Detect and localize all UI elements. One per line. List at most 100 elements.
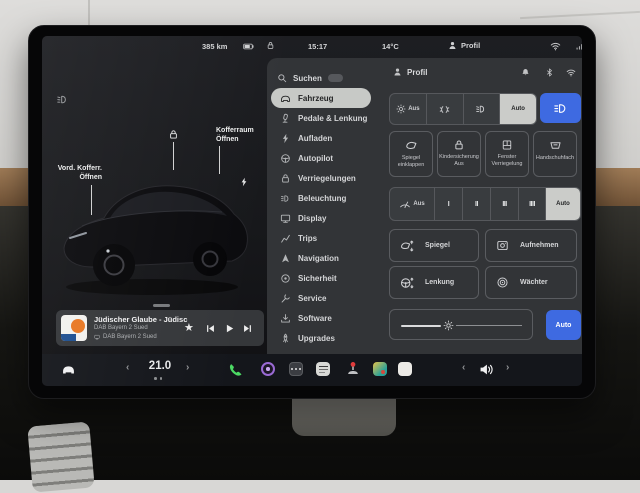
lights-segmented-control: Aus Auto bbox=[389, 93, 537, 125]
bluetooth-icon[interactable] bbox=[545, 67, 554, 78]
next-track-button[interactable] bbox=[242, 323, 253, 334]
trips-icon bbox=[280, 233, 291, 244]
menu-item-software[interactable]: Software bbox=[271, 308, 387, 328]
favorite-button[interactable]: ★ bbox=[184, 321, 194, 334]
sentry-mode-button[interactable]: Wächter bbox=[485, 266, 577, 299]
profile-header[interactable]: Profil bbox=[393, 67, 427, 77]
dashcam-icon bbox=[496, 239, 509, 252]
wiper-off-button[interactable]: Aus bbox=[390, 188, 434, 220]
app-launcher-icon[interactable] bbox=[289, 362, 303, 376]
cabin-temperature[interactable]: 21.0 bbox=[138, 360, 182, 372]
brightness-slider[interactable] bbox=[389, 309, 533, 340]
person-icon bbox=[448, 40, 457, 51]
child-lock-button[interactable]: KindersicherungAus bbox=[437, 131, 481, 177]
charge-port-icon[interactable] bbox=[239, 176, 249, 188]
wiper-level1-button[interactable]: I bbox=[434, 188, 462, 220]
menu-item-autopilot[interactable]: Autopilot bbox=[271, 148, 387, 168]
wiper-segmented-control: Aus I II III IIII Auto bbox=[389, 187, 581, 221]
headlights-status-icon bbox=[56, 93, 69, 106]
play-button[interactable] bbox=[224, 323, 235, 334]
temp-indicator-dots bbox=[154, 377, 162, 380]
brightness-auto-button[interactable]: Auto bbox=[546, 310, 581, 340]
media-subtitle: DAB Bayern 2 Sued bbox=[94, 325, 148, 331]
speaker-icon[interactable] bbox=[478, 362, 494, 377]
display-icon bbox=[280, 213, 291, 224]
media-source: DAB Bayern 2 Sued bbox=[94, 334, 157, 340]
menu-item-verriegelungen[interactable]: Verriegelungen bbox=[271, 168, 387, 188]
battery-icon bbox=[242, 41, 255, 52]
app-dock: ‹ 21.0 › ‹ › bbox=[42, 354, 582, 386]
person-icon bbox=[393, 67, 402, 77]
steering-wheel-icon bbox=[280, 153, 291, 164]
slider-track-filled bbox=[401, 325, 441, 327]
menu-item-sicherheit[interactable]: Sicherheit bbox=[271, 268, 387, 288]
vinyl-app-icon[interactable] bbox=[261, 362, 275, 376]
media-player[interactable]: Jüdischer Glaube - Jüdisc DAB Bayern 2 S… bbox=[56, 310, 264, 346]
trunk-open-button[interactable]: KofferraumÖffnen bbox=[216, 127, 254, 144]
notes-app-icon[interactable] bbox=[398, 362, 412, 376]
lock-icon bbox=[280, 173, 291, 184]
mirror-adjust-button[interactable]: Spiegel bbox=[389, 229, 479, 262]
temp-decrease-chevron[interactable]: ‹ bbox=[126, 362, 129, 373]
lights-parking-button[interactable] bbox=[426, 94, 463, 124]
phone-app-icon[interactable] bbox=[228, 362, 243, 377]
brightness-sun-icon[interactable] bbox=[443, 320, 454, 331]
trunk-leader-line bbox=[219, 146, 220, 174]
rocket-icon bbox=[280, 333, 291, 344]
volume-up-chevron[interactable]: › bbox=[506, 362, 509, 373]
download-icon bbox=[280, 313, 291, 324]
window-icon bbox=[501, 139, 513, 151]
lock-status-icon[interactable] bbox=[266, 40, 275, 51]
lights-auto-button[interactable]: Auto bbox=[499, 94, 536, 124]
media-drag-handle[interactable] bbox=[153, 304, 170, 307]
theater-app-icon[interactable] bbox=[373, 362, 387, 376]
profile-button[interactable]: Profil bbox=[448, 40, 480, 51]
menu-item-pedale-lenkung[interactable]: Pedale & Lenkung bbox=[271, 108, 387, 128]
wiper-auto-button[interactable]: Auto bbox=[545, 188, 580, 220]
headlight-icon bbox=[280, 193, 291, 204]
previous-track-button[interactable] bbox=[205, 323, 216, 334]
tesla-touchscreen: 385 km 15:17 14°C Profil Vord. Kofferr.Ö… bbox=[28, 25, 596, 399]
frunk-leader-line bbox=[91, 185, 92, 215]
fold-mirrors-button[interactable]: Spiegeleinklappen bbox=[389, 131, 433, 177]
wiper-level2-button[interactable]: II bbox=[462, 188, 490, 220]
menu-item-upgrades[interactable]: Upgrades bbox=[271, 328, 387, 348]
menu-item-beleuchtung[interactable]: Beleuchtung bbox=[271, 188, 387, 208]
car-controls-icon[interactable] bbox=[60, 362, 77, 377]
wifi-icon[interactable] bbox=[566, 67, 576, 78]
steering-adjust-button[interactable]: Lenkung bbox=[389, 266, 479, 299]
menu-item-trips[interactable]: Trips bbox=[271, 228, 387, 248]
lights-off-button[interactable]: Aus bbox=[390, 94, 426, 124]
mirror-icon bbox=[405, 139, 418, 152]
notifications-bell-icon[interactable] bbox=[521, 67, 530, 78]
dashcam-record-button[interactable]: Aufnehmen bbox=[485, 229, 577, 262]
arcade-app-icon[interactable] bbox=[345, 360, 361, 378]
volume-down-chevron[interactable]: ‹ bbox=[462, 362, 465, 373]
glovebox-icon bbox=[549, 139, 562, 152]
lights-on-button[interactable] bbox=[463, 94, 500, 124]
search-row[interactable]: Suchen bbox=[277, 70, 343, 86]
search-badge bbox=[328, 74, 343, 82]
glovebox-button[interactable]: Handschuhfach bbox=[533, 131, 577, 177]
mirror-adjust-icon bbox=[400, 239, 414, 253]
radio-app-icon[interactable] bbox=[316, 362, 330, 376]
car-icon bbox=[280, 93, 291, 104]
frunk-open-button[interactable]: Vord. Kofferr.Öffnen bbox=[50, 165, 102, 182]
wiper-level4-button[interactable]: IIII bbox=[518, 188, 545, 220]
menu-item-display[interactable]: Display bbox=[271, 208, 387, 228]
menu-item-service[interactable]: Service bbox=[271, 288, 387, 308]
menu-item-fahrzeug[interactable]: Fahrzeug bbox=[271, 88, 371, 108]
bolt-icon bbox=[280, 133, 291, 144]
slider-track-empty bbox=[456, 325, 522, 326]
menu-item-aufladen[interactable]: Aufladen bbox=[271, 128, 387, 148]
search-icon bbox=[277, 73, 287, 83]
wiper-level3-button[interactable]: III bbox=[490, 188, 518, 220]
footrest-pedal bbox=[27, 421, 95, 492]
temp-increase-chevron[interactable]: › bbox=[186, 362, 189, 373]
door-lock-icon[interactable] bbox=[168, 129, 179, 140]
window-lock-button[interactable]: FensterVerriegelung bbox=[485, 131, 529, 177]
menu-item-navigation[interactable]: Navigation bbox=[271, 248, 387, 268]
wrench-icon bbox=[280, 293, 291, 304]
headlights-on-button[interactable] bbox=[540, 93, 581, 123]
settings-menu: Fahrzeug Pedale & Lenkung Aufladen Autop… bbox=[271, 88, 387, 348]
